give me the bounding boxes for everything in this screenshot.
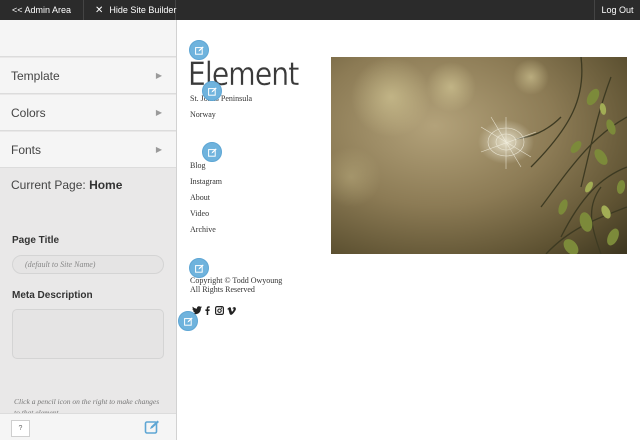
current-page-label: Current Page: (11, 178, 86, 192)
hide-site-builder-button[interactable]: ✕ Hide Site Builder (84, 0, 176, 20)
nav-link-about[interactable]: About (190, 193, 210, 202)
chevron-right-icon: ▶ (155, 145, 162, 154)
sidebar-item-label: Fonts (11, 143, 42, 157)
twitter-icon[interactable] (192, 302, 202, 315)
edit-pencil-icon[interactable] (202, 142, 222, 162)
copyright-text: Copyright © Todd Owyoung (190, 276, 283, 285)
instagram-icon[interactable] (215, 302, 225, 316)
edit-icon[interactable] (144, 419, 160, 435)
log-out-link[interactable]: Log Out (594, 0, 640, 20)
close-icon: ✕ (95, 5, 104, 16)
admin-area-link[interactable]: << Admin Area (0, 0, 84, 20)
facebook-icon[interactable] (205, 302, 210, 315)
sidebar-item-label: Colors (11, 106, 46, 120)
sidebar-item-fonts[interactable]: Fonts ▶ (0, 132, 176, 168)
nav-link-instagram[interactable]: Instagram (190, 177, 222, 186)
sidebar-item-label: Template (11, 69, 60, 83)
nav-link-video[interactable]: Video (190, 209, 209, 218)
chevron-right-icon: ▶ (155, 108, 162, 117)
help-button[interactable]: ? (11, 420, 30, 437)
edit-pencil-icon[interactable] (202, 81, 222, 101)
edit-pencil-icon[interactable] (189, 40, 209, 60)
hero-photo (331, 57, 627, 254)
admin-topbar: << Admin Area ✕ Hide Site Builder Log Out (0, 0, 640, 20)
location-line-2: Norway (190, 110, 216, 119)
hide-site-builder-label: Hide Site Builder (109, 5, 177, 15)
sidebar-item-template[interactable]: Template ▶ (0, 58, 176, 94)
site-builder-sidebar: Template ▶ Colors ▶ Fonts ▶ Current Page… (0, 20, 177, 440)
meta-description-label: Meta Description (12, 290, 93, 301)
vimeo-icon[interactable] (227, 302, 236, 315)
rights-text: All Rights Reserved (190, 285, 255, 294)
edit-pencil-icon[interactable] (178, 311, 198, 331)
chevron-right-icon: ▶ (155, 71, 162, 80)
nav-link-archive[interactable]: Archive (190, 225, 216, 234)
current-page: Current Page: Home (11, 178, 122, 192)
current-page-value: Home (89, 178, 123, 192)
meta-description-input[interactable] (12, 309, 164, 359)
edit-pencil-icon[interactable] (189, 258, 209, 278)
nav-link-blog[interactable]: Blog (190, 161, 206, 170)
sidebar-item-colors[interactable]: Colors ▶ (0, 95, 176, 131)
page-title-input[interactable] (12, 255, 164, 274)
page-title-label: Page Title (12, 235, 60, 246)
sidebar-header (0, 20, 176, 57)
sidebar-footer: ? (0, 413, 176, 440)
